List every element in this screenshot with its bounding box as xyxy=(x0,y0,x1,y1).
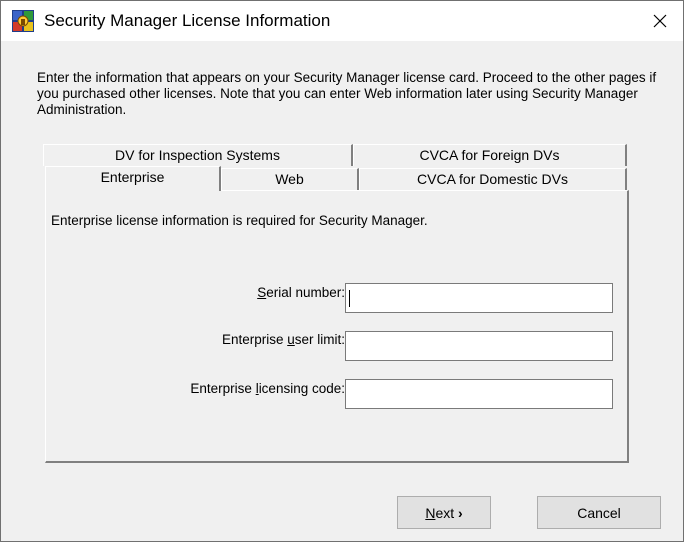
enterprise-tab-panel: Enterprise license information is requir… xyxy=(45,190,629,463)
cancel-button[interactable]: Cancel xyxy=(537,496,661,529)
tab-label: Web xyxy=(275,171,304,187)
tab-label: CVCA for Domestic DVs xyxy=(417,171,568,187)
next-arrow-icon: › xyxy=(458,504,463,521)
tab-cvca-for-foreign-dvs[interactable]: CVCA for Foreign DVs xyxy=(353,144,627,166)
intro-text: Enter the information that appears on yo… xyxy=(37,70,657,117)
tab-label: CVCA for Foreign DVs xyxy=(419,147,560,163)
window-title: Security Manager License Information xyxy=(44,11,331,30)
panel-description: Enterprise license information is requir… xyxy=(51,213,428,228)
tab-enterprise[interactable]: Enterprise xyxy=(45,166,221,191)
close-button[interactable] xyxy=(637,1,683,41)
dialog-window: Security Manager License Information Ent… xyxy=(0,0,684,542)
title-bar[interactable]: Security Manager License Information xyxy=(1,1,683,41)
tab-label: DV for Inspection Systems xyxy=(115,147,280,163)
cancel-label: Cancel xyxy=(577,504,621,521)
serial-number-input[interactable] xyxy=(345,283,613,313)
enterprise-licensing-code-label: Enterprise licensing code: xyxy=(190,381,345,396)
tab-dv-for-inspection-systems[interactable]: DV for Inspection Systems xyxy=(43,144,353,166)
serial-number-label: Serial number: xyxy=(257,285,345,300)
close-icon xyxy=(653,14,667,28)
app-icon xyxy=(12,10,34,32)
tab-cvca-for-domestic-dvs[interactable]: CVCA for Domestic DVs xyxy=(359,168,627,190)
enterprise-user-limit-input[interactable] xyxy=(345,331,613,361)
text-caret xyxy=(349,290,350,307)
next-label: ext xyxy=(435,504,455,521)
tab-label: Enterprise xyxy=(100,169,165,185)
next-button[interactable]: Next › xyxy=(397,496,491,529)
next-accel: N xyxy=(425,504,436,521)
tab-web[interactable]: Web xyxy=(221,168,359,190)
enterprise-user-limit-label: Enterprise user limit: xyxy=(221,332,345,347)
enterprise-licensing-code-input[interactable] xyxy=(345,379,613,409)
